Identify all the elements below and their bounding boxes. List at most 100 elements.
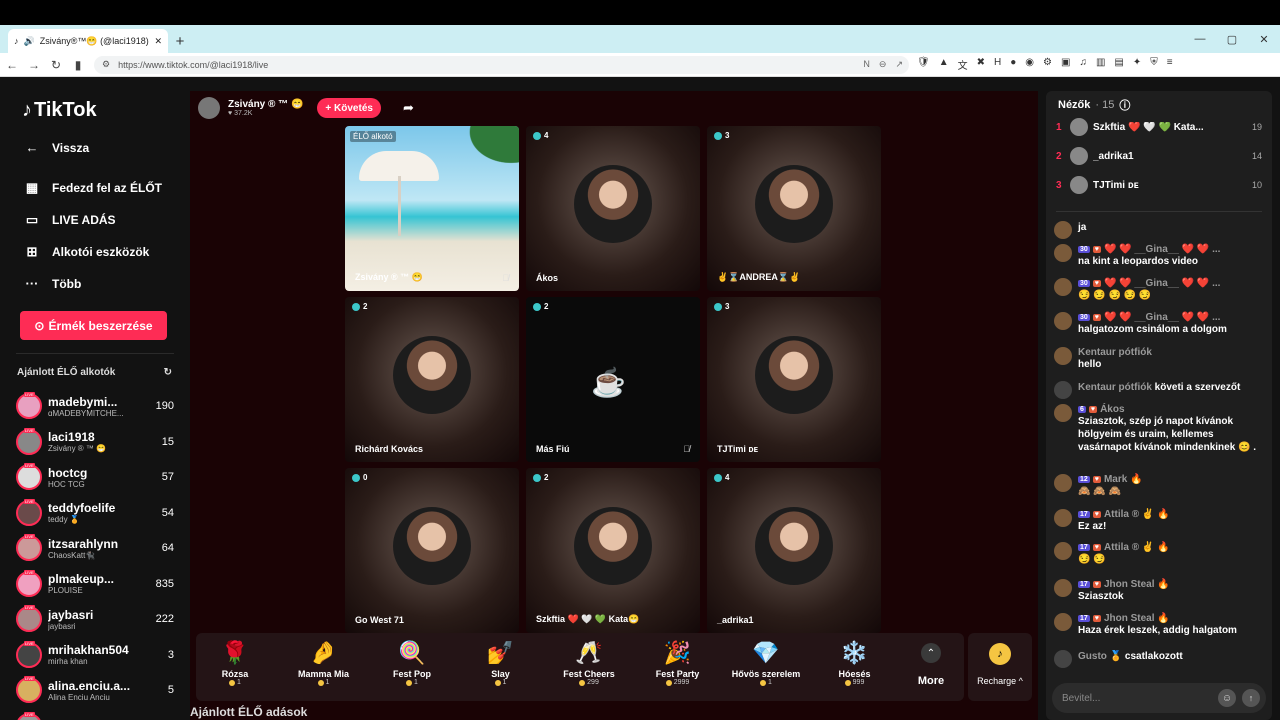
top-viewer-row[interactable]: 3 TJTimi ᴅᴇ 10: [1056, 174, 1262, 196]
shield-extension-icon[interactable]: 🛡: [917, 57, 930, 72]
sparkle-icon[interactable]: ✦: [1133, 57, 1141, 72]
message-header[interactable]: 12 ♥ Mark 🔥: [1078, 474, 1264, 485]
message-header[interactable]: 17 ♥ Attila ® ✌️ 🔥: [1078, 542, 1264, 553]
creator-item[interactable]: LIVE itzsarahlynn ChaosKatt🐈‍⬛ 64: [16, 533, 174, 563]
creator-item[interactable]: LIVE plmakeup... PLOUISE 835: [16, 569, 174, 599]
gift-item[interactable]: 🌹 Rózsa 1: [198, 639, 272, 686]
top-viewer-row[interactable]: 2 _adrika1 14: [1056, 145, 1262, 167]
zoom-icon[interactable]: ⊖: [879, 59, 887, 70]
gift-item[interactable]: 🤌 Mamma Mia 1: [287, 639, 361, 686]
nav-more[interactable]: ··· Több: [24, 276, 82, 291]
site-info-icon[interactable]: ⚙: [102, 59, 110, 70]
gift-item[interactable]: 🥂 Fest Cheers 299: [552, 639, 626, 686]
message-header[interactable]: 30 ♥ ❤️ ❤️ __Gina__ ❤️ ❤️ ...: [1078, 278, 1264, 289]
send-icon[interactable]: ↑: [1242, 689, 1260, 707]
info-icon[interactable]: ⓘ: [1119, 97, 1130, 113]
creator-item[interactable]: LIVE mrshtk: [16, 711, 174, 720]
message-user[interactable]: Gusto 🏅: [1078, 651, 1122, 662]
creator-item[interactable]: LIVE mrihakhan504 mirha khan 3: [16, 640, 174, 670]
message-header[interactable]: 6 ♥ Ákos: [1078, 404, 1264, 415]
guest-tile[interactable]: 3 ✌️⌛ANDREA⌛✌️: [707, 126, 881, 291]
guest-tile[interactable]: ☕ 2 Más Fiú 🎙̸: [526, 297, 700, 462]
coin-icon: [229, 679, 236, 686]
back-link[interactable]: ← Vissza: [24, 140, 90, 155]
wallet-icon[interactable]: ▤: [1114, 57, 1123, 72]
music-icon[interactable]: ♫: [1079, 57, 1087, 72]
reload-icon[interactable]: ↻: [46, 58, 66, 72]
message-user[interactable]: Kentaur pótfiók: [1078, 382, 1152, 393]
menu-icon[interactable]: ≡: [1167, 57, 1173, 72]
tiktok-logo[interactable]: ♪ TikTok: [22, 99, 97, 122]
host-avatar[interactable]: [198, 97, 220, 119]
sidebar: ♪ TikTok ← Vissza ▦ Fedezd fel az ÉLŐT ▭…: [0, 77, 185, 720]
hls-extension-icon[interactable]: H: [994, 57, 1001, 72]
gift-price: 1: [464, 679, 538, 686]
browser-tab[interactable]: ♪ 🔊 Zsivány®™😁 (@laci1918) Él ✕: [8, 29, 168, 53]
x-extension-icon[interactable]: ✖: [977, 57, 985, 72]
message-header[interactable]: 30 ♥ ❤️ ❤️ __Gina__ ❤️ ❤️ ...: [1078, 244, 1264, 255]
nav-live-studio[interactable]: ▭ LIVE ADÁS: [24, 212, 116, 228]
nav-explore-live[interactable]: ▦ Fedezd fel az ÉLŐT: [24, 180, 162, 196]
back-arrow-icon[interactable]: ←: [2, 58, 22, 72]
gift-item[interactable]: 🍭 Fest Pop 1: [375, 639, 449, 686]
sidebar-icon[interactable]: ▥: [1096, 57, 1105, 72]
gift-name: Rózsa: [221, 669, 249, 679]
guest-tile[interactable]: ÉLŐ alkotó Zsivány ® ™ 😁 🎙̸: [345, 126, 519, 291]
audio-icon[interactable]: 🔊: [24, 36, 35, 47]
guest-tile[interactable]: 2 Richárd Kovács: [345, 297, 519, 462]
guest-tile[interactable]: 0 Go West 71: [345, 468, 519, 633]
emoji-icon[interactable]: ☺: [1218, 689, 1236, 707]
more-gifts-button[interactable]: ⌃ More: [908, 643, 954, 687]
github-extension-icon[interactable]: ●: [1010, 57, 1016, 72]
top-viewer-row[interactable]: 1 Szkftia ❤️ 🤍 💚 Kata... 19: [1056, 116, 1262, 138]
gift-count: 2: [533, 473, 548, 482]
gift-icon: 💅: [486, 640, 515, 665]
nav-creator-tools[interactable]: ⊞ Alkotói eszközök: [24, 244, 150, 260]
tab-extension-icon[interactable]: ▣: [1061, 57, 1070, 72]
gift-icon: 💎: [752, 640, 780, 665]
creator-item[interactable]: LIVE madebymi... ɑMADEBYMITCHE... 190: [16, 391, 174, 421]
puzzle-extension-icon[interactable]: ⚙: [1043, 57, 1052, 72]
close-tab-icon[interactable]: ✕: [154, 36, 162, 47]
url-field[interactable]: ⚙ https://www.tiktok.com/@laci1918/live …: [94, 55, 909, 74]
minimize-button[interactable]: —: [1184, 25, 1216, 53]
guest-tile[interactable]: 2 Szkftia ❤️ 🤍 💚 Kata😁: [526, 468, 700, 633]
triangle-extension-icon[interactable]: ▲: [939, 57, 949, 72]
gift-item[interactable]: 💎 Hővös szerelem 1: [729, 639, 803, 686]
message-header[interactable]: 17 ♥ Jhon Steal 🔥: [1078, 579, 1264, 590]
get-coins-button[interactable]: ⊙ Érmék beszerzése: [20, 311, 167, 340]
message-header[interactable]: 17 ♥ Jhon Steal 🔥: [1078, 613, 1264, 624]
creator-item[interactable]: LIVE teddyfoelife teddy 🏅 54: [16, 498, 174, 528]
creator-item[interactable]: LIVE jaybasri jaybasri 222: [16, 604, 174, 634]
gift-item[interactable]: 🎉 Fest Party 2999: [641, 639, 715, 686]
forward-arrow-icon[interactable]: →: [24, 58, 44, 72]
maximize-button[interactable]: ▢: [1216, 25, 1248, 53]
bookmark-icon[interactable]: ▮: [68, 58, 88, 72]
follow-button[interactable]: + Követés: [317, 98, 381, 118]
user-avatar: [1054, 613, 1072, 631]
guest-tile[interactable]: 4 Ákos: [526, 126, 700, 291]
gift-name: Fest Pop: [392, 669, 431, 679]
share-icon[interactable]: ➦: [403, 100, 414, 116]
translate-icon[interactable]: N: [863, 59, 870, 70]
host-name[interactable]: Zsivány ® ™ 😁: [228, 99, 303, 110]
gift-item[interactable]: ❄️ Hóesés 999: [818, 639, 892, 686]
chat-input[interactable]: Bevitel... ☺ ↑: [1052, 683, 1266, 713]
message-header[interactable]: 30 ♥ ❤️ ❤️ __Gina__ ❤️ ❤️ ...: [1078, 312, 1264, 323]
creator-item[interactable]: LIVE hoctcg HOC TCG 57: [16, 462, 174, 492]
creator-item[interactable]: LIVE alina.enciu.a... Alina Enciu Anciu 5: [16, 675, 174, 705]
color-extension-icon[interactable]: ◉: [1025, 57, 1034, 72]
close-window-button[interactable]: ✕: [1248, 25, 1280, 53]
gift-item[interactable]: 💅 Slay 1: [464, 639, 538, 686]
recharge-button[interactable]: ♪ Recharge ^: [968, 633, 1032, 701]
creator-item[interactable]: LIVE laci1918 Zsivány ® ™ 😁 15: [16, 427, 174, 457]
guest-tile[interactable]: 3 TJTimi ᴅᴇ: [707, 297, 881, 462]
message-header[interactable]: 17 ♥ Attila ® ✌️ 🔥: [1078, 509, 1264, 520]
new-tab-button[interactable]: +: [168, 29, 192, 53]
message-header[interactable]: Kentaur pótfiók: [1078, 347, 1264, 358]
share-icon[interactable]: ↗: [895, 59, 903, 70]
translate-extension-icon[interactable]: 文: [958, 57, 968, 72]
refresh-icon[interactable]: ↻: [164, 367, 172, 378]
browser-shield-icon[interactable]: ⛨: [1150, 57, 1158, 72]
guest-tile[interactable]: 4 _adrika1: [707, 468, 881, 633]
